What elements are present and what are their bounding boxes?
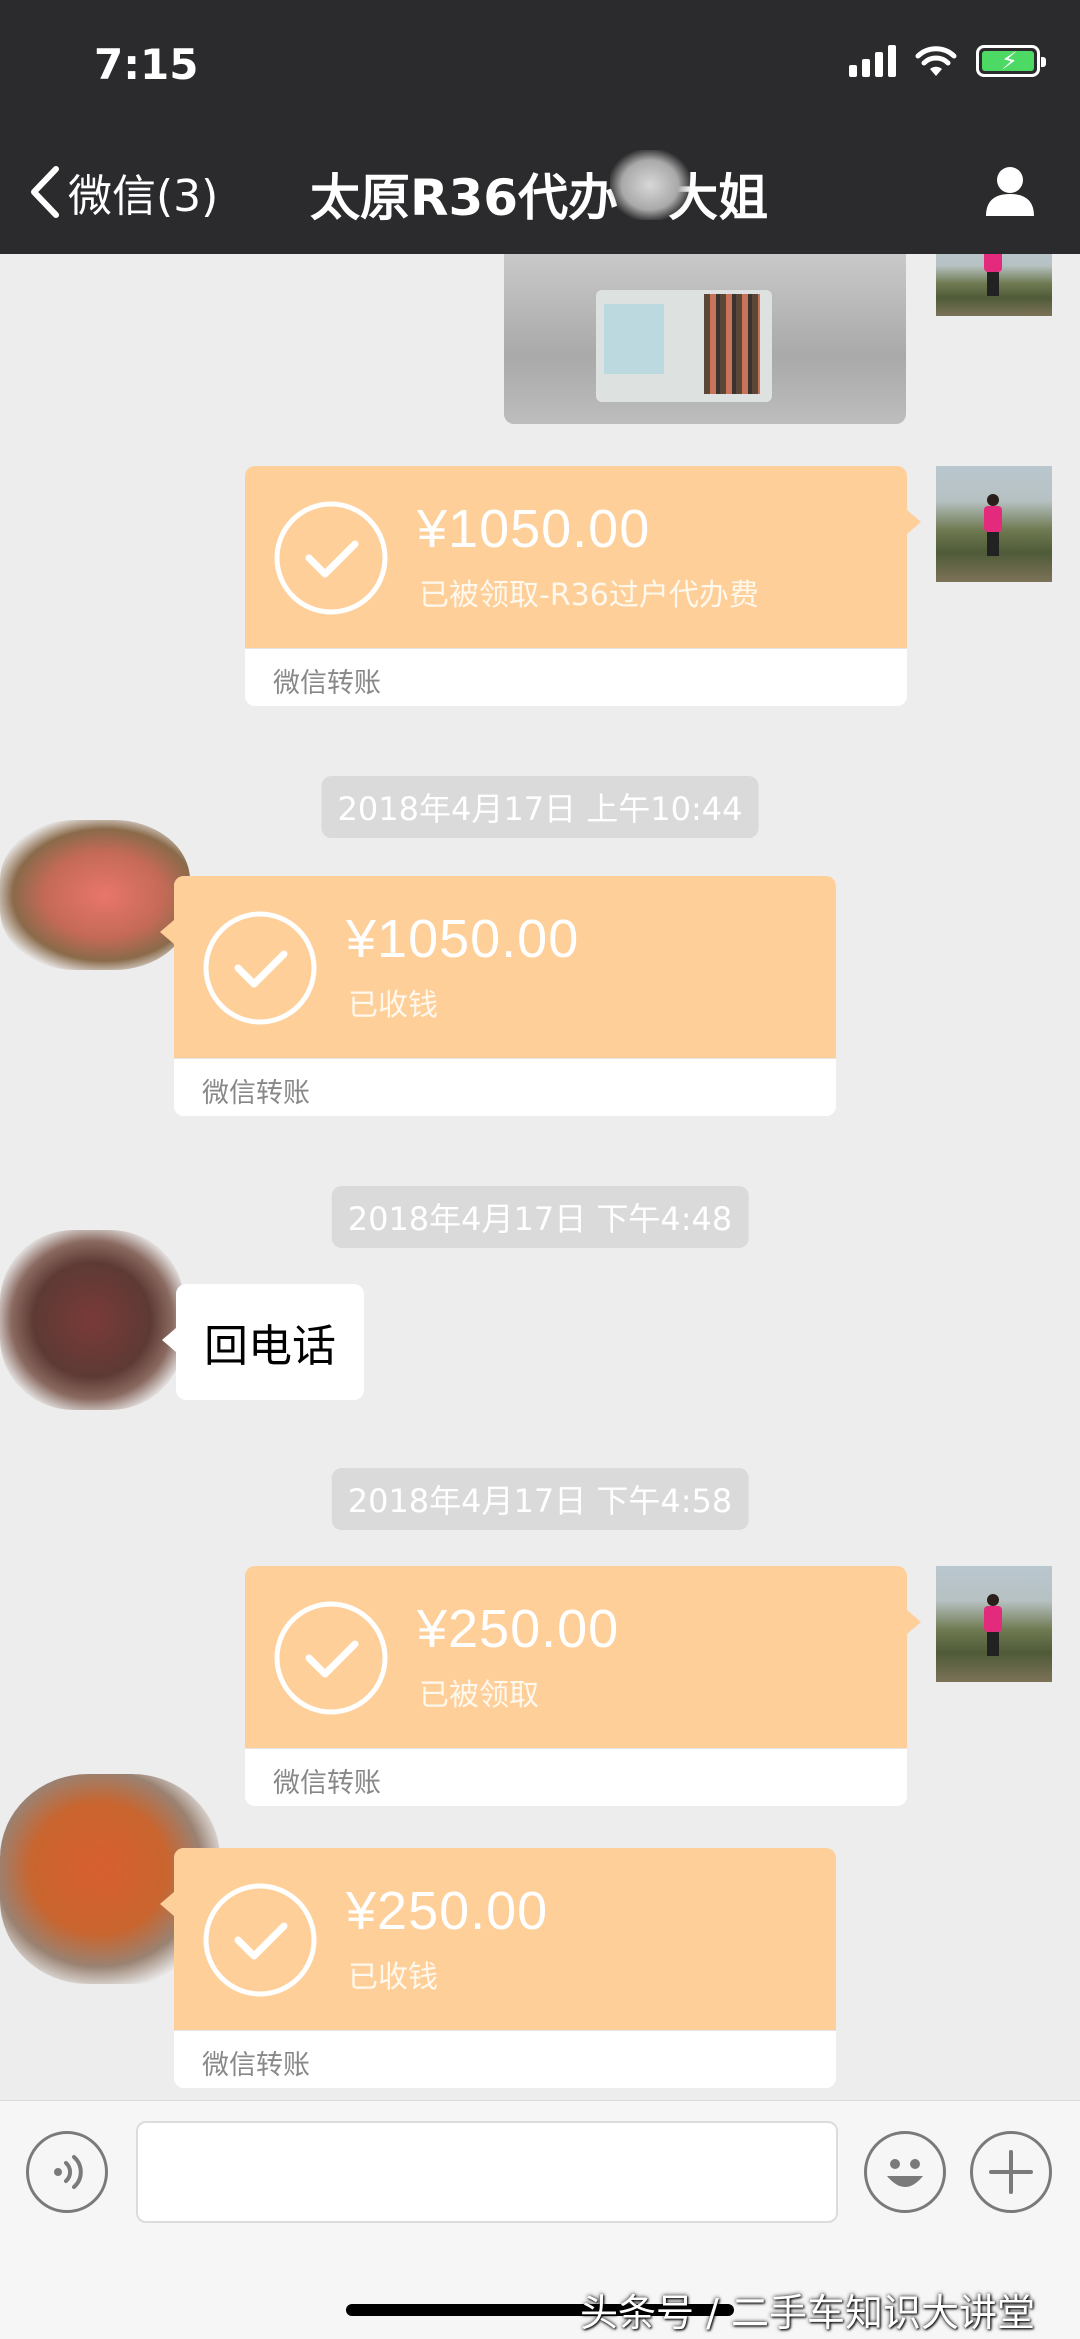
transfer-message[interactable]: ¥1050.00 已收钱 微信转账 [160, 876, 836, 1116]
voice-icon [54, 2155, 83, 2189]
profile-icon[interactable] [980, 160, 1040, 220]
image-detail [604, 304, 664, 374]
transfer-message[interactable]: ¥1050.00 已被领取-R36过户代办费 微信转账 [245, 466, 921, 706]
emoji-button[interactable] [864, 2131, 946, 2213]
transfer-label: 微信转账 [202, 2050, 310, 2081]
check-circle-icon [203, 911, 317, 1025]
transfer-message[interactable]: ¥250.00 已被领取 微信转账 [245, 1566, 921, 1806]
timestamp: 2018年4月17日 下午4:58 [331, 1468, 749, 1530]
chat-area[interactable]: ¥1050.00 已被领取-R36过户代办费 微信转账 2018年4月17日 上… [0, 254, 1080, 2100]
image-scribble [704, 294, 760, 394]
timestamp: 2018年4月17日 上午10:44 [321, 776, 759, 838]
transfer-label: 微信转账 [273, 1768, 381, 1799]
transfer-status: 已收钱 [348, 988, 438, 1023]
timestamp: 2018年4月17日 下午4:48 [331, 1186, 749, 1248]
back-button[interactable]: 微信(3) [28, 160, 218, 224]
message-text: 回电话 [204, 1321, 336, 1372]
transfer-label: 微信转账 [273, 668, 381, 699]
transfer-footer: 微信转账 [245, 1748, 907, 1806]
avatar[interactable] [936, 254, 1052, 316]
status-icons: ⚡ [849, 44, 1046, 78]
redaction-smudge [610, 150, 690, 220]
transfer-top: ¥250.00 已被领取 [245, 1566, 907, 1748]
transfer-amount: ¥250.00 [346, 1881, 549, 1941]
check-circle-icon [274, 1601, 388, 1715]
transfer-status: 已收钱 [348, 1960, 438, 1995]
signal-icon [849, 45, 896, 77]
status-time: 7:15 [94, 40, 199, 89]
transfer-amount: ¥1050.00 [346, 909, 580, 969]
battery-icon: ⚡ [976, 45, 1046, 77]
transfer-amount: ¥1050.00 [417, 499, 651, 559]
avatar[interactable] [0, 1230, 184, 1410]
transfer-footer: 微信转账 [174, 1058, 836, 1116]
chat-header: 7:15 ⚡ 微信(3) 太原R36代办 大姐 [0, 0, 1080, 254]
plus-icon [989, 2150, 1033, 2194]
chat-title: 太原R36代办 大姐 [310, 169, 769, 227]
transfer-status: 已被领取 [419, 1678, 539, 1713]
transfer-footer: 微信转账 [174, 2030, 836, 2088]
back-label: 微信(3) [68, 171, 219, 222]
check-circle-icon [274, 501, 388, 615]
plus-button[interactable] [970, 2131, 1052, 2213]
watermark: 头条号 / 二手车知识大讲堂 [580, 2291, 1035, 2335]
avatar[interactable] [0, 820, 190, 970]
avatar[interactable] [936, 1566, 1052, 1682]
image-message[interactable] [504, 254, 906, 424]
message-input[interactable] [136, 2121, 838, 2223]
transfer-label: 微信转账 [202, 1078, 310, 1109]
wifi-icon [915, 46, 957, 76]
text-message[interactable]: 回电话 [162, 1284, 364, 1400]
avatar[interactable] [936, 466, 1052, 582]
transfer-message[interactable]: ¥250.00 已收钱 微信转账 [160, 1848, 836, 2088]
check-circle-icon [203, 1883, 317, 1997]
back-chevron-icon [31, 166, 59, 218]
voice-button[interactable] [26, 2131, 108, 2213]
transfer-top: ¥250.00 已收钱 [174, 1848, 836, 2030]
transfer-top: ¥1050.00 已收钱 [174, 876, 836, 1058]
transfer-amount: ¥250.00 [417, 1599, 620, 1659]
transfer-top: ¥1050.00 已被领取-R36过户代办费 [245, 466, 907, 648]
transfer-footer: 微信转账 [245, 648, 907, 706]
emoji-icon [887, 2159, 923, 2187]
transfer-status: 已被领取-R36过户代办费 [419, 578, 759, 613]
